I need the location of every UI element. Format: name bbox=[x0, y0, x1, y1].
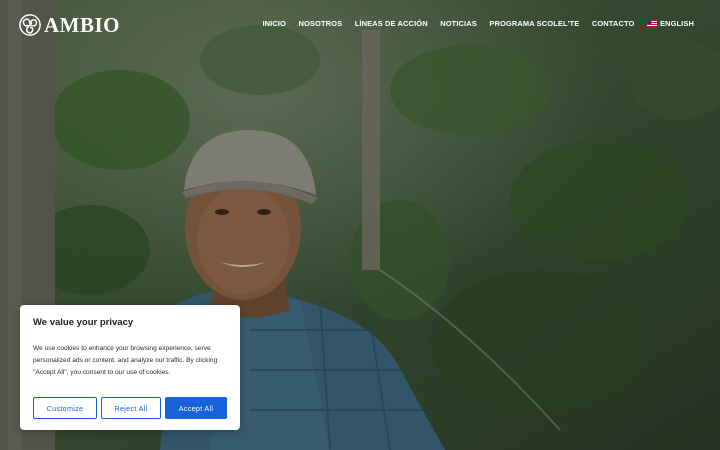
nav-item-inicio[interactable]: INICIO bbox=[262, 19, 286, 28]
cookie-buttons: Customize Reject All Accept All bbox=[33, 397, 227, 419]
nav-item-contacto[interactable]: CONTACTO bbox=[592, 19, 635, 28]
cookie-consent-banner: We value your privacy We use cookies to … bbox=[20, 305, 240, 430]
reject-all-button[interactable]: Reject All bbox=[101, 397, 161, 419]
us-flag-icon bbox=[646, 20, 657, 27]
nav-item-noticias[interactable]: NOTICIAS bbox=[440, 19, 477, 28]
site-header: AMBIO INICIO NOSOTROS LÍNEAS DE ACCIÓN N… bbox=[0, 0, 720, 50]
accept-all-button[interactable]: Accept All bbox=[165, 397, 227, 419]
nav-item-programa-scolelte[interactable]: PROGRAMA SCOLEL'TE bbox=[489, 19, 579, 28]
cookie-title: We value your privacy bbox=[33, 317, 134, 328]
main-nav: INICIO NOSOTROS LÍNEAS DE ACCIÓN NOTICIA… bbox=[262, 19, 694, 28]
site-logo[interactable]: AMBIO bbox=[19, 13, 120, 37]
nav-item-nosotros[interactable]: NOSOTROS bbox=[298, 19, 342, 28]
cookie-description: We use cookies to enhance your browsing … bbox=[33, 345, 218, 376]
triskele-icon bbox=[19, 14, 41, 36]
language-label: ENGLISH bbox=[659, 19, 694, 28]
customize-button[interactable]: Customize bbox=[33, 397, 97, 419]
nav-item-lineas-de-accion[interactable]: LÍNEAS DE ACCIÓN bbox=[355, 19, 428, 28]
brand-name: AMBIO bbox=[44, 12, 120, 37]
language-switcher[interactable]: ENGLISH bbox=[646, 19, 694, 28]
